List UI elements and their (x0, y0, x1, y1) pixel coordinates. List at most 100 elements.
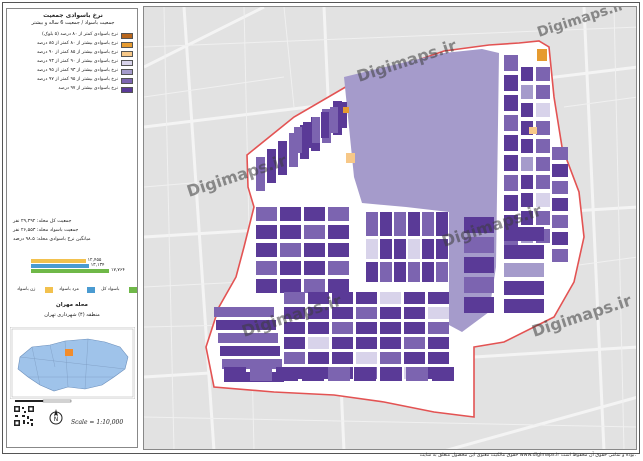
city-block (552, 181, 568, 194)
city-block (464, 257, 494, 273)
city-block (328, 367, 350, 381)
city-block (380, 239, 392, 259)
legend-swatch (121, 33, 133, 39)
city-block (356, 322, 377, 334)
city-block (308, 322, 329, 334)
block-low-literacy (346, 153, 355, 163)
scale-text: Scale = 1:10,000 (71, 419, 124, 426)
city-block (504, 263, 544, 277)
legend-label: نرخ باسوادی بیشتر از ۹۷ درصد (58, 86, 118, 91)
city-block (380, 367, 402, 381)
city-block (330, 107, 338, 133)
city-block (504, 175, 518, 191)
city-block (552, 215, 568, 228)
city-block (536, 139, 550, 153)
city-block (552, 198, 568, 211)
legend-swatch (121, 51, 133, 57)
city-block (276, 367, 298, 381)
bar-key-label: زن باسواد (17, 287, 36, 292)
city-block (504, 281, 544, 295)
city-block (304, 261, 325, 275)
city-block (552, 147, 568, 160)
city-block (328, 243, 349, 257)
neighborhood-map: Digimaps.ir Digimaps.ir Digimaps.ir Digi… (144, 7, 636, 449)
city-block (406, 367, 428, 381)
city-block (504, 115, 518, 131)
city-block (294, 127, 302, 153)
city-block (408, 262, 420, 282)
city-block (256, 225, 277, 239)
legend-label: نرخ باسوادی بیشتر از ۸۰ کمتر از ۸۵ درصد (36, 41, 118, 46)
city-block (321, 112, 329, 138)
city-block (404, 322, 425, 334)
legend-swatch (121, 69, 133, 75)
city-block (504, 95, 518, 111)
city-block (220, 346, 280, 356)
svg-text:N: N (54, 416, 59, 423)
city-block (504, 245, 544, 259)
city-block (380, 307, 401, 319)
city-block (552, 232, 568, 245)
legend-swatch (121, 87, 133, 93)
city-block (303, 122, 311, 148)
city-block (280, 243, 301, 257)
city-block (308, 352, 329, 364)
city-block (284, 337, 305, 349)
city-block (536, 157, 550, 171)
scale-bar (15, 399, 72, 403)
city-block (404, 352, 425, 364)
city-block (436, 262, 448, 282)
legend-title: نرخ باسوادی جمعیت (43, 12, 103, 19)
city-block (354, 367, 376, 381)
city-block (250, 367, 272, 381)
city-block (332, 322, 353, 334)
city-block (366, 212, 378, 236)
city-block (256, 279, 277, 293)
literacy-bar-value: ۱۷,۷۶۴ (111, 268, 125, 273)
city-block (280, 207, 301, 221)
city-block (428, 322, 449, 334)
city-block (404, 307, 425, 319)
city-block (422, 262, 434, 282)
city-block (312, 117, 320, 143)
bar-key-label: باسواد کل (101, 287, 120, 292)
legend-class-row: نرخ باسوادی کمتر از ۸۰ درصد (۵ بلوک) (11, 32, 135, 40)
stat-literacy-rate: میانگین نرخ باسوادی محله: ۹۸.۵ درصد (13, 237, 91, 242)
city-block (380, 322, 401, 334)
locator-map (10, 327, 135, 399)
legend-class-row: نرخ باسوادی بیشتر از ۸۵ کمتر از ۹۰ درصد (11, 50, 135, 58)
city-block (552, 249, 568, 262)
legend-swatch (121, 78, 133, 84)
legend-swatch (121, 60, 133, 66)
block-low-literacy (343, 107, 349, 113)
city-block (356, 307, 377, 319)
city-block (464, 297, 494, 313)
city-block (536, 103, 550, 117)
city-block (428, 292, 449, 304)
block-low-literacy (529, 127, 537, 134)
city-block (304, 207, 325, 221)
legend-panel: نرخ باسوادی جمعیت جمعیت باسواد / جمعیت 6… (6, 8, 138, 448)
city-block (536, 85, 550, 99)
city-block (304, 279, 325, 293)
city-block (428, 352, 449, 364)
city-block (408, 239, 420, 259)
city-block (280, 261, 301, 275)
city-block (422, 239, 434, 259)
locator-title: محله مهران (56, 302, 88, 308)
city-block (504, 135, 518, 151)
city-block (394, 239, 406, 259)
city-block (280, 225, 301, 239)
legend-swatch (121, 42, 133, 48)
stat-total-population: جمعیت کل محله: ۲۹,۴۹۲ نفر (13, 219, 72, 224)
city-block (356, 337, 377, 349)
city-block (536, 121, 550, 135)
city-block (280, 279, 301, 293)
city-block (521, 103, 533, 117)
city-block (304, 243, 325, 257)
legend-label: نرخ باسوادی بیشتر از ۹۳ کمتر از ۹۵ درصد (36, 68, 118, 73)
copyright-footer: حقوق مالکیت معنوی این محصول متعلق به سای… (419, 453, 636, 458)
city-block (304, 225, 325, 239)
city-block (380, 292, 401, 304)
city-block (432, 367, 454, 381)
